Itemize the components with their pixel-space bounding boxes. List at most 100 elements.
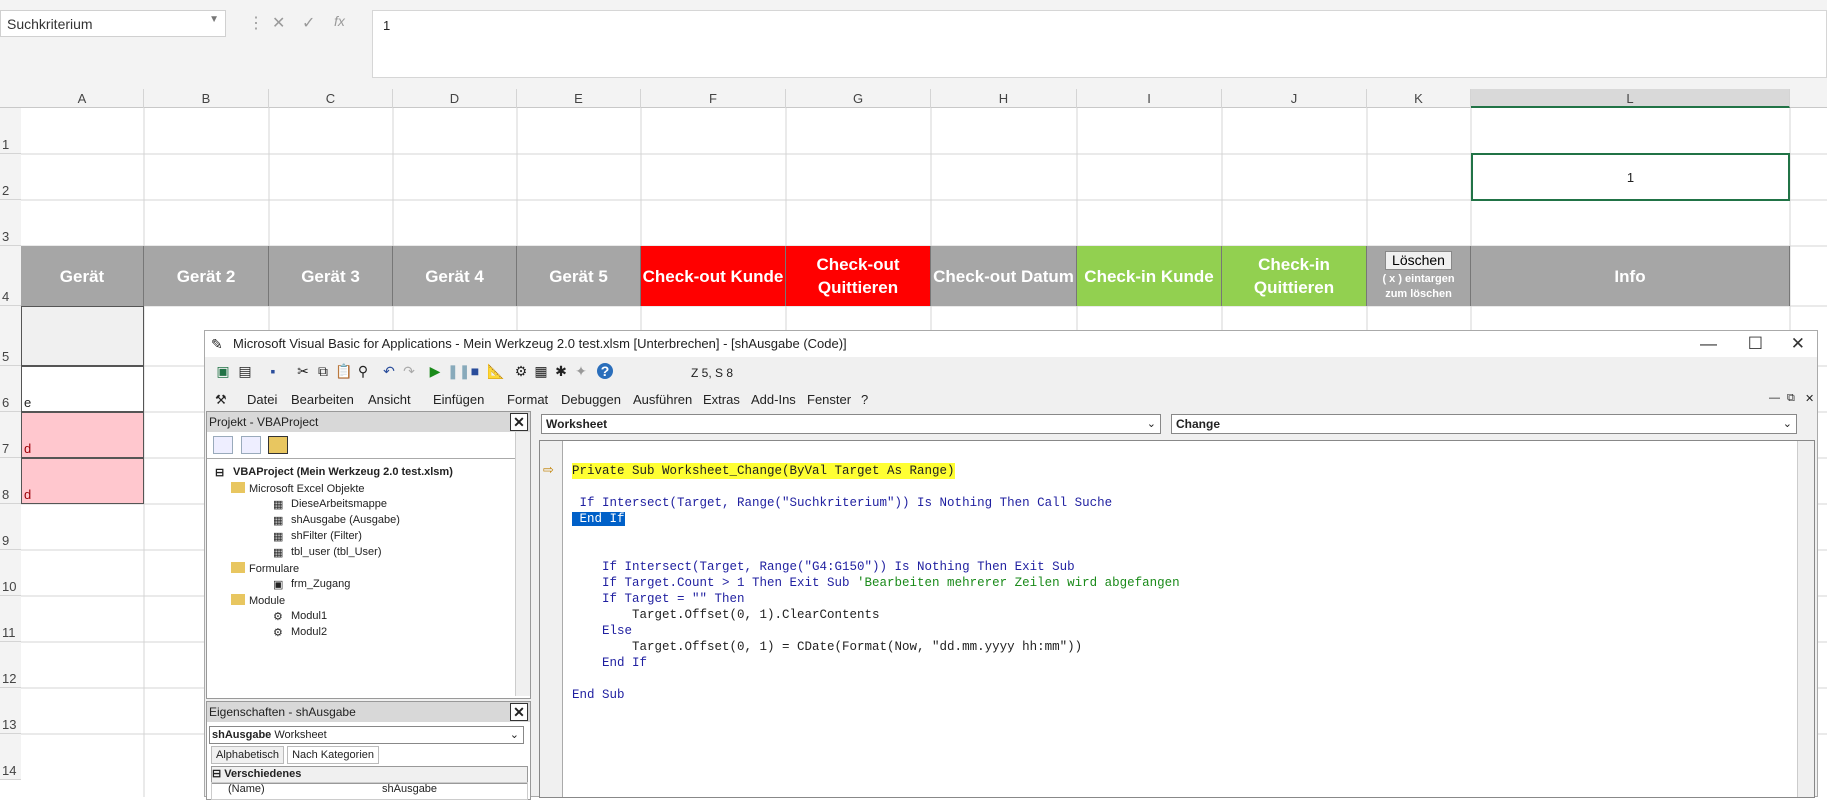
col-header-b[interactable]: B	[144, 89, 269, 108]
menu-bearbeiten[interactable]: Bearbeiten	[291, 392, 354, 407]
cancel-icon[interactable]: ✕	[272, 13, 285, 33]
tree-item[interactable]: ▦ DieseArbeitsmappe	[273, 498, 387, 511]
row-header-14[interactable]: 14	[0, 734, 21, 780]
toggle-folders-icon[interactable]	[268, 436, 289, 454]
project-scrollbar[interactable]	[515, 432, 530, 696]
pause-icon[interactable]: ❚❚	[447, 363, 470, 379]
formula-input[interactable]: 1	[372, 10, 1827, 78]
tree-forms[interactable]: Formulare	[231, 562, 299, 575]
col-header-k[interactable]: K	[1367, 89, 1471, 108]
cell-a6[interactable]: e	[21, 366, 144, 412]
tree-item[interactable]: ⚙ Modul1	[273, 610, 327, 623]
menu-debuggen[interactable]: Debuggen	[561, 392, 621, 407]
enter-icon[interactable]: ✓	[302, 13, 315, 33]
row-header-11[interactable]: 11	[0, 596, 21, 642]
tree-modules[interactable]: Module	[231, 594, 285, 607]
row-header-6[interactable]: 6	[0, 366, 21, 412]
chevron-down-icon[interactable]: ▼	[209, 14, 219, 25]
row-header-9[interactable]: 9	[0, 504, 21, 550]
project-explorer-icon[interactable]: ⚙	[513, 363, 529, 379]
code-line-2[interactable]: If Intersect(Target, Range("Suchkriteriu…	[572, 495, 1113, 511]
props-object-select[interactable]: shAusgabe Worksheet ⌄	[209, 726, 524, 744]
close-icon[interactable]: ✕	[1791, 331, 1805, 357]
excel-view-icon[interactable]: ▣	[215, 363, 231, 379]
maximize-icon[interactable]: ☐	[1748, 331, 1763, 357]
menu-format[interactable]: Format	[507, 392, 548, 407]
code-line-6[interactable]: If Target = "" Then	[572, 591, 745, 607]
code-line-4[interactable]: If Intersect(Target, Range("G4:G150")) I…	[572, 559, 1075, 575]
properties-icon[interactable]: ▦	[533, 363, 549, 379]
col-header-d[interactable]: D	[393, 89, 517, 108]
paste-icon[interactable]: 📋	[335, 363, 352, 379]
menu-datei[interactable]: Datei	[247, 392, 277, 407]
row-header-3[interactable]: 3	[0, 200, 21, 246]
undo-icon[interactable]: ↶	[381, 363, 397, 379]
tab-nach-kategorien[interactable]: Nach Kategorien	[287, 746, 380, 764]
tree-excel-objects[interactable]: Microsoft Excel Objekte	[231, 482, 365, 495]
col-header-c[interactable]: C	[269, 89, 393, 108]
run-icon[interactable]: ▶	[427, 363, 443, 379]
col-header-j[interactable]: J	[1222, 89, 1367, 108]
minimize-icon[interactable]: —	[1700, 331, 1717, 357]
insert-userform-icon[interactable]: ▤	[237, 363, 253, 379]
row-header-5[interactable]: 5	[0, 306, 21, 366]
reset-icon[interactable]: ■	[467, 363, 483, 379]
row-header-1[interactable]: 1	[0, 108, 21, 154]
tree-item[interactable]: ▦ shFilter (Filter)	[273, 530, 362, 543]
redo-icon[interactable]: ↷	[401, 363, 417, 379]
row-header-10[interactable]: 10	[0, 550, 21, 596]
menu-ausfuehren[interactable]: Ausführen	[633, 392, 692, 407]
code-line-7[interactable]: Target.Offset(0, 1).ClearContents	[572, 607, 880, 623]
code-margin[interactable]: ⇨	[540, 441, 563, 797]
vba-menu-icon[interactable]: ⚒	[215, 392, 227, 408]
code-line-10[interactable]: End If	[572, 655, 647, 671]
cell-a5[interactable]	[21, 306, 144, 366]
row-header-4[interactable]: 4	[0, 246, 21, 306]
menu-fenster[interactable]: Fenster	[807, 392, 851, 407]
code-line-8[interactable]: Else	[572, 623, 632, 639]
col-header-e[interactable]: E	[517, 89, 641, 108]
row-header-12[interactable]: 12	[0, 642, 21, 688]
row-header-13[interactable]: 13	[0, 688, 21, 734]
child-close-icon[interactable]: ✕	[1805, 392, 1814, 405]
code-scrollbar[interactable]	[1797, 441, 1814, 797]
view-code-icon[interactable]	[213, 436, 233, 454]
code-line-5[interactable]: If Target.Count > 1 Then Exit Sub 'Bearb…	[572, 575, 1180, 591]
code-editor[interactable]: ⇨ Private Sub Worksheet_Change(ByVal Tar…	[539, 440, 1815, 798]
tree-item[interactable]: ▦ tbl_user (tbl_User)	[273, 546, 381, 559]
toolbox-icon[interactable]: ✦	[573, 363, 589, 379]
function-icon[interactable]: fx	[334, 13, 345, 29]
col-header-f[interactable]: F	[641, 89, 786, 108]
cell-l2[interactable]: 1	[1471, 153, 1790, 201]
loeschen-button[interactable]: Löschen	[1385, 250, 1452, 270]
tree-item[interactable]: ⚙ Modul2	[273, 626, 327, 639]
menu-extras[interactable]: Extras	[703, 392, 740, 407]
col-header-a[interactable]: A	[21, 89, 144, 108]
cell-a7[interactable]: d	[21, 412, 144, 458]
tree-root[interactable]: ⊟ VBAProject (Mein Werkzeug 2.0 test.xlsm…	[215, 466, 453, 479]
tree-item[interactable]: ▦ shAusgabe (Ausgabe)	[273, 514, 400, 527]
design-mode-icon[interactable]: 📐	[487, 363, 504, 379]
object-combo[interactable]: Worksheet ⌄	[541, 414, 1161, 434]
code-line-3[interactable]: End If	[572, 511, 625, 527]
cut-icon[interactable]: ✂	[295, 363, 311, 379]
help-icon[interactable]: ?	[597, 363, 613, 379]
view-object-icon[interactable]	[240, 436, 261, 454]
row-header-7[interactable]: 7	[0, 412, 21, 458]
child-restore-icon[interactable]: ⧉	[1787, 392, 1795, 405]
procedure-combo[interactable]: Change ⌄	[1171, 414, 1797, 434]
close-props-icon[interactable]: ✕	[510, 703, 528, 721]
props-value[interactable]: shAusgabe	[382, 783, 437, 795]
props-row-name[interactable]: (Name) shAusgabe	[211, 782, 528, 800]
col-header-g[interactable]: G	[786, 89, 931, 108]
close-project-icon[interactable]: ✕	[510, 413, 528, 431]
tab-alphabetisch[interactable]: Alphabetisch	[211, 746, 284, 764]
col-header-l[interactable]: L	[1471, 89, 1790, 108]
save-icon[interactable]: ▪	[265, 363, 281, 379]
tree-item[interactable]: ▣ frm_Zugang	[273, 578, 350, 591]
code-line-11[interactable]: End Sub	[572, 687, 625, 703]
col-header-i[interactable]: I	[1077, 89, 1222, 108]
cell-a8[interactable]: d	[21, 458, 144, 504]
col-header-h[interactable]: H	[931, 89, 1077, 108]
menu-help[interactable]: ?	[861, 392, 868, 407]
